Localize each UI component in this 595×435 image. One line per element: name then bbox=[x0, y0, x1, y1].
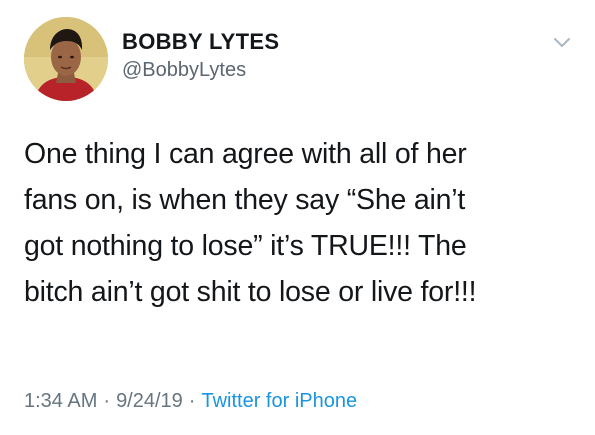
tweet-date[interactable]: 9/24/19 bbox=[116, 390, 183, 412]
user-handle[interactable]: @BobbyLytes bbox=[122, 59, 246, 82]
tweet-card: BOBBY LYTES @BobbyLytes One thing I can … bbox=[0, 0, 595, 435]
avatar[interactable] bbox=[24, 17, 108, 101]
tweet-source-link[interactable]: Twitter for iPhone bbox=[201, 390, 357, 412]
tweet-meta: 1:34 AM · 9/24/19 · Twitter for iPhone bbox=[24, 390, 357, 413]
meta-separator: · bbox=[188, 390, 196, 412]
tweet-time[interactable]: 1:34 AM bbox=[24, 390, 97, 412]
avatar-image bbox=[24, 17, 108, 101]
display-name[interactable]: BOBBY LYTES bbox=[122, 29, 279, 55]
tweet-text: One thing I can agree with all of her fa… bbox=[24, 138, 477, 308]
meta-separator: · bbox=[103, 390, 111, 412]
chevron-down-icon[interactable] bbox=[550, 30, 574, 54]
